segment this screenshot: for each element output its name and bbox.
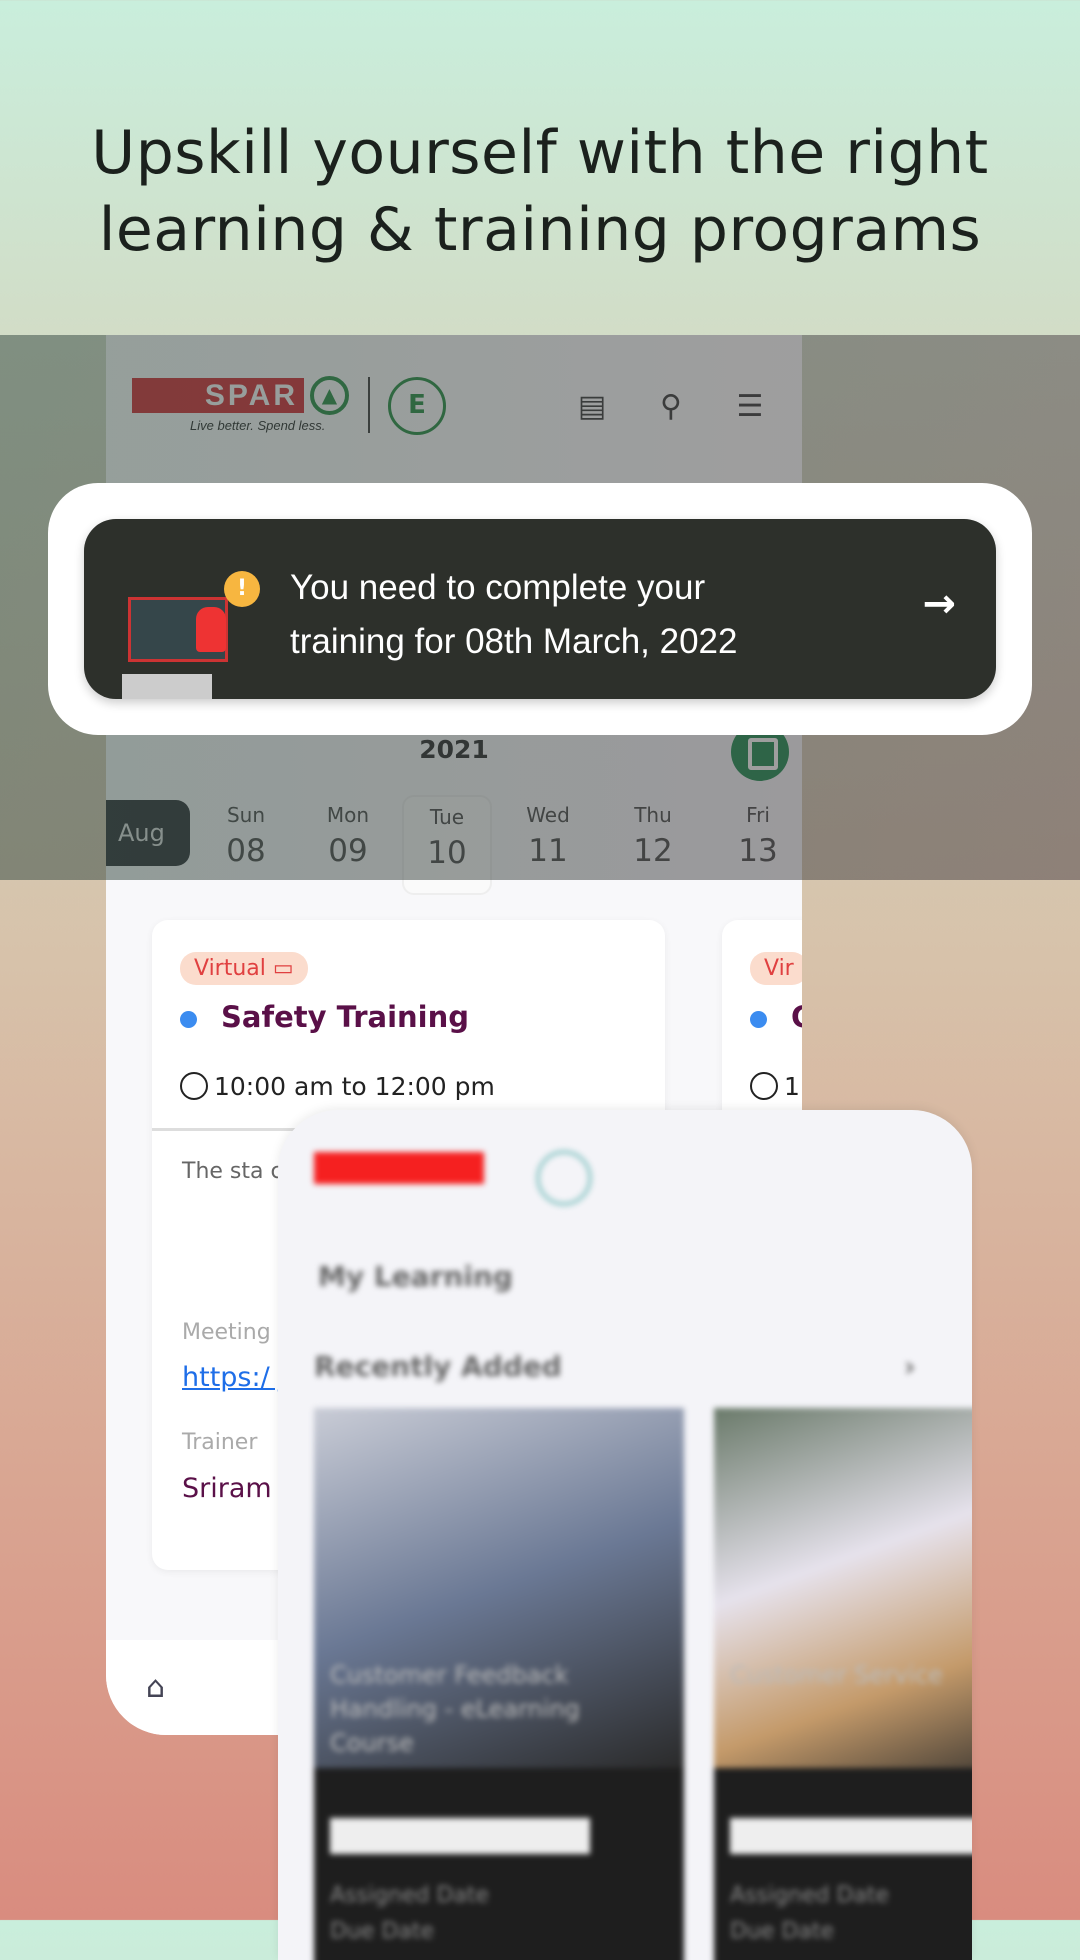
course-card[interactable]: Customer Feedback Handling - eLearning C… [314, 1408, 684, 1960]
tree-icon: ▲ [310, 376, 349, 415]
trainer-name: Sriram [182, 1473, 272, 1504]
page-title: My Learning [318, 1260, 513, 1293]
event-time: 10:00 am to 12:00 pm [180, 1072, 495, 1101]
event-title: Safety Training [180, 1000, 469, 1034]
menu-icon[interactable]: ☰ [730, 387, 770, 427]
my-learning-screen: My Learning Recently Added › Customer Fe… [278, 1110, 972, 1960]
day-sun[interactable]: Sun 08 [201, 795, 291, 869]
chevron-right-icon[interactable]: › [904, 1350, 916, 1383]
app-header: SPAR ▲ Live better. Spend less. E ▤ ⚲ ☰ [106, 335, 802, 485]
spar-logo: SPAR ▲ Live better. Spend less. [132, 376, 349, 433]
arrow-right-icon[interactable]: → [922, 581, 956, 627]
training-alert-banner[interactable]: ! You need to complete your training for … [84, 519, 996, 699]
status-dot [180, 1010, 197, 1028]
video-icon: ▭ [272, 956, 294, 981]
search-icon[interactable]: ⚲ [651, 387, 691, 427]
classroom-illustration [104, 569, 244, 699]
news-icon[interactable]: ▤ [572, 387, 612, 427]
day-tue-selected[interactable]: Tue 10 [402, 795, 492, 895]
alert-text: You need to complete your training for 08… [290, 568, 738, 661]
day-fri[interactable]: Fri 13 [713, 795, 802, 869]
virtual-badge: Virtual ▭ [180, 952, 308, 985]
clock-icon [750, 1072, 778, 1100]
calendar-year: 2021 [419, 735, 489, 764]
day-mon[interactable]: Mon 09 [303, 795, 393, 869]
warning-icon: ! [224, 571, 260, 607]
course-card[interactable]: Customer Service Assigned Date Due Date [714, 1408, 972, 1960]
section-title: Recently Added [314, 1350, 562, 1383]
home-icon[interactable]: ⌂ [146, 1670, 165, 1705]
training-alert-popup: ! You need to complete your training for … [48, 483, 1032, 735]
flex-logo [536, 1150, 592, 1206]
month-pill[interactable]: Aug [106, 800, 190, 866]
day-wed[interactable]: Wed 11 [503, 795, 593, 869]
day-thu[interactable]: Thu 12 [608, 795, 698, 869]
spar-logo [314, 1152, 484, 1184]
headline: Upskill yourself with the right learning… [91, 118, 989, 265]
flex-logo: E [388, 377, 446, 435]
divider [368, 377, 370, 433]
clock-icon [180, 1072, 208, 1100]
